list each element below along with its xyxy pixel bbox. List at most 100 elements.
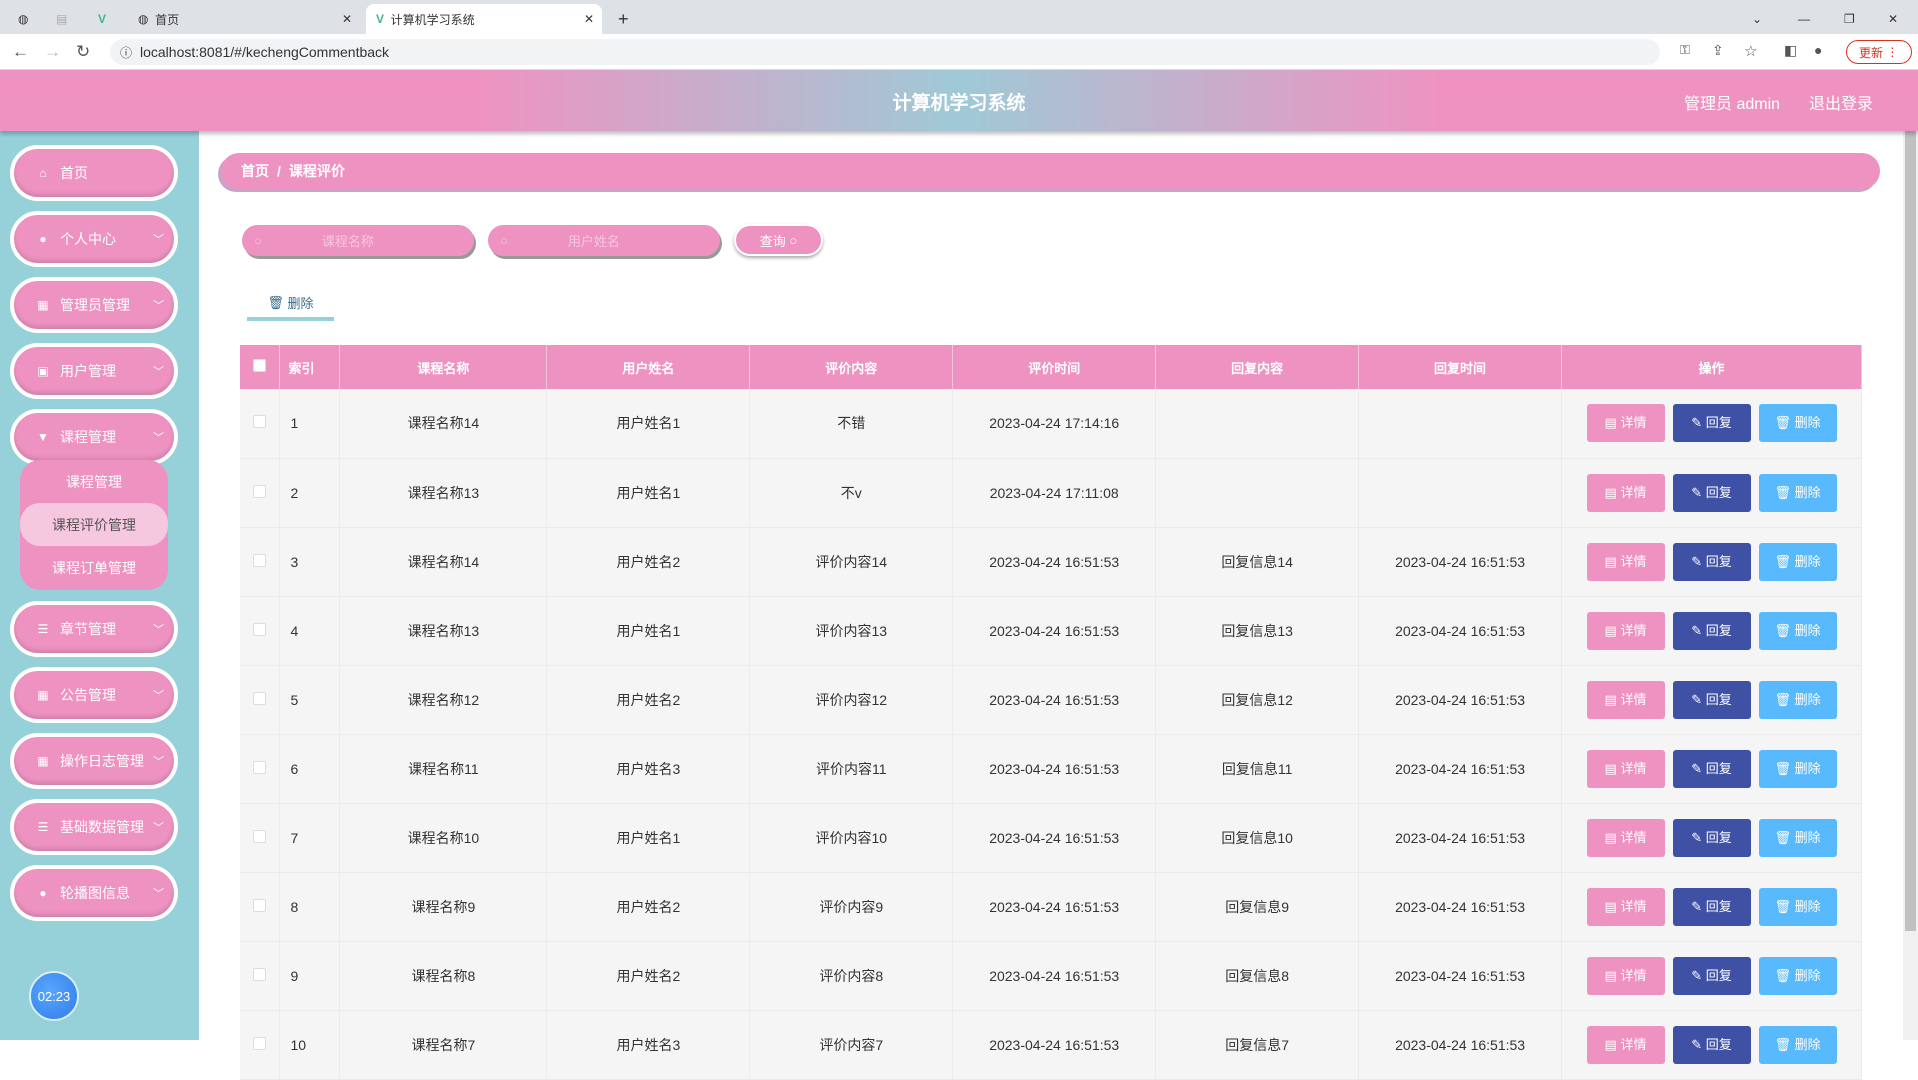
row-checkbox[interactable] <box>253 553 267 567</box>
table-row: 8 课程名称9 用户姓名2 评价内容9 2023-04-24 16:51:53 回复信息9… <box>240 872 1862 942</box>
reply-button[interactable]: ✎ 回复 <box>1672 404 1751 443</box>
delete-button[interactable]: 🗑 删除 <box>1758 818 1837 857</box>
row-checkbox[interactable] <box>253 898 267 912</box>
submenu-course-comment[interactable]: 课程评价管理 <box>20 503 168 546</box>
sidebar-item-carousel[interactable]: ● 轮播图信息 ﹀ <box>10 865 178 921</box>
update-button[interactable]: 更新 ⋮ <box>1846 40 1912 64</box>
sidebar-item-admin[interactable]: ▦ 管理员管理 ﹀ <box>10 277 178 333</box>
clipboard-icon: ▣ <box>37 364 49 378</box>
sidebar-item-basedata[interactable]: ☰ 基础数据管理 ﹀ <box>10 799 178 855</box>
tab-list-icon[interactable]: ⌄ <box>1752 4 1762 34</box>
star-icon[interactable]: ☆ <box>1744 42 1757 60</box>
delete-button[interactable]: 🗑 删除 <box>1758 1025 1837 1064</box>
course-name: 课程名称12 <box>339 665 548 735</box>
close-icon[interactable]: ✕ <box>342 12 352 26</box>
detail-button[interactable]: ▤ 详情 <box>1586 818 1665 857</box>
logout-link[interactable]: 退出登录 <box>1809 90 1873 114</box>
forward-icon[interactable]: → <box>44 42 61 62</box>
reply-button[interactable]: ✎ 回复 <box>1672 1025 1751 1064</box>
row-checkbox[interactable] <box>253 760 267 774</box>
page-scrollbar[interactable] <box>1903 131 1918 1040</box>
user-name: 用户姓名2 <box>546 527 751 597</box>
submenu-course-manage[interactable]: 课程管理 <box>20 460 168 503</box>
share-icon[interactable]: ⇪ <box>1712 42 1724 59</box>
minimize-button[interactable]: — <box>1798 4 1810 34</box>
delete-button[interactable]: 🗑 删除 <box>1758 542 1837 581</box>
key-icon[interactable]: ⚿ <box>1680 42 1690 58</box>
row-select-cell <box>240 803 281 873</box>
detail-button[interactable]: ▤ 详情 <box>1586 887 1665 926</box>
pinned-tab-icon[interactable]: ▤ <box>56 4 67 34</box>
sidepanel-icon[interactable]: ◧ <box>1784 42 1797 59</box>
reload-icon[interactable]: ↻ <box>76 42 90 62</box>
sidebar-item-chapters[interactable]: ☰ 章节管理 ﹀ <box>10 601 178 657</box>
row-checkbox[interactable] <box>253 622 267 636</box>
row-index: 4 <box>279 596 341 666</box>
detail-button[interactable]: ▤ 详情 <box>1586 1025 1665 1064</box>
trash-icon: 🗑 <box>267 294 288 310</box>
detail-button[interactable]: ▤ 详情 <box>1586 404 1665 443</box>
detail-button[interactable]: ▤ 详情 <box>1586 749 1665 788</box>
detail-button[interactable]: ▤ 详情 <box>1586 680 1665 719</box>
row-checkbox[interactable] <box>253 691 267 705</box>
delete-button[interactable]: 🗑 删除 <box>1758 611 1837 650</box>
delete-button[interactable]: 🗑 删除 <box>1758 404 1837 443</box>
browser-tab-active[interactable]: V 计算机学习系统 ✕ <box>366 4 602 34</box>
delete-button[interactable]: 🗑 删除 <box>1758 887 1837 926</box>
detail-button[interactable]: ▤ 详情 <box>1586 956 1665 995</box>
row-checkbox[interactable] <box>253 1036 267 1050</box>
row-checkbox[interactable] <box>253 967 267 981</box>
breadcrumb-home[interactable]: 首页 <box>241 161 269 181</box>
scrollbar-thumb[interactable] <box>1905 131 1916 931</box>
sidebar-item-courses[interactable]: ▼ 课程管理 ﹀ <box>10 409 178 465</box>
browser-tab-home[interactable]: ◍ 首页 ✕ <box>130 4 360 34</box>
select-all-checkbox[interactable] <box>253 359 267 372</box>
comment-content: 评价内容9 <box>749 872 954 942</box>
globe-icon[interactable]: ◍ <box>18 4 28 34</box>
reply-button[interactable]: ✎ 回复 <box>1672 749 1751 788</box>
delete-button[interactable]: 🗑 删除 <box>1758 749 1837 788</box>
vue-icon[interactable]: V <box>98 4 106 34</box>
table-row: 7 课程名称10 用户姓名1 评价内容10 2023-04-24 16:51:53 回复信… <box>240 803 1862 873</box>
table-row: 9 课程名称8 用户姓名2 评价内容8 2023-04-24 16:51:53 回复信息8… <box>240 941 1862 1011</box>
detail-button[interactable]: ▤ 详情 <box>1586 611 1665 650</box>
reply-button[interactable]: ✎ 回复 <box>1672 956 1751 995</box>
trash-icon: 🗑 <box>1774 415 1795 431</box>
reply-button[interactable]: ✎ 回复 <box>1672 680 1751 719</box>
reply-button[interactable]: ✎ 回复 <box>1672 611 1751 650</box>
back-icon[interactable]: ← <box>12 42 29 62</box>
sidebar-item-home[interactable]: ⌂ 首页 <box>10 145 178 201</box>
url-input[interactable]: ⓘ localhost:8081/#/kechengCommentback <box>110 39 1660 65</box>
delete-button[interactable]: 🗑 删除 <box>1758 473 1837 512</box>
row-checkbox[interactable] <box>253 484 267 498</box>
reply-button[interactable]: ✎ 回复 <box>1672 542 1751 581</box>
course-name-search-input[interactable]: ○ 课程名称 <box>242 225 474 256</box>
reply-button[interactable]: ✎ 回复 <box>1672 887 1751 926</box>
detail-button[interactable]: ▤ 详情 <box>1586 542 1665 581</box>
sidebar-item-notices[interactable]: ▦ 公告管理 ﹀ <box>10 667 178 723</box>
batch-delete-button[interactable]: 🗑 删除 <box>247 288 334 321</box>
sidebar-item-users[interactable]: ▣ 用户管理 ﹀ <box>10 343 178 399</box>
reply-content: 回复信息13 <box>1155 596 1360 666</box>
query-button[interactable]: 查询 ○ <box>734 224 823 256</box>
close-icon[interactable]: ✕ <box>584 12 594 26</box>
row-checkbox[interactable] <box>253 829 267 843</box>
reply-button[interactable]: ✎ 回复 <box>1672 473 1751 512</box>
grid-icon: ▦ <box>37 298 49 312</box>
restore-button[interactable]: ❐ <box>1844 4 1855 34</box>
user-name-search-input[interactable]: ○ 用户姓名 <box>488 225 720 256</box>
new-tab-button[interactable]: + <box>618 4 629 34</box>
delete-button[interactable]: 🗑 删除 <box>1758 956 1837 995</box>
sidebar-item-logs[interactable]: ▦ 操作日志管理 ﹀ <box>10 733 178 789</box>
row-checkbox[interactable] <box>253 415 267 429</box>
submenu-course-order[interactable]: 课程订单管理 <box>20 546 168 589</box>
comment-content: 不v <box>749 458 954 528</box>
reply-button[interactable]: ✎ 回复 <box>1672 818 1751 857</box>
profile-icon[interactable]: ● <box>1814 42 1822 58</box>
sidebar-item-profile[interactable]: ● 个人中心 ﹀ <box>10 211 178 267</box>
trash-icon: 🗑 <box>1774 760 1795 776</box>
detail-button[interactable]: ▤ 详情 <box>1586 473 1665 512</box>
trash-icon: 🗑 <box>1774 622 1795 638</box>
delete-button[interactable]: 🗑 删除 <box>1758 680 1837 719</box>
window-close-button[interactable]: ✕ <box>1888 4 1898 34</box>
